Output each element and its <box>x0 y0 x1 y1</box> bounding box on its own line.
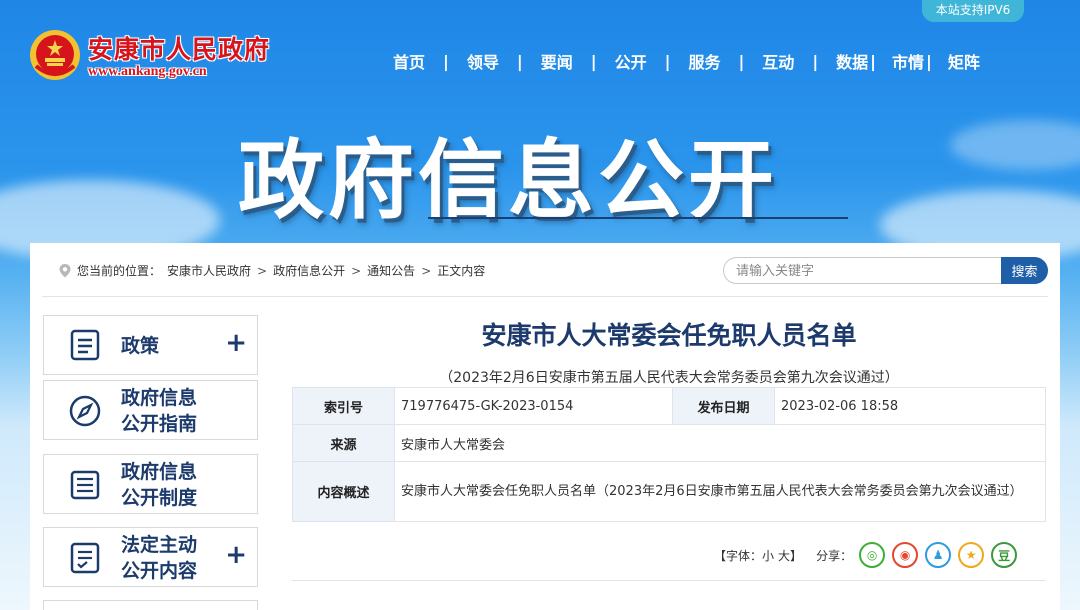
expand-plus-icon[interactable]: + <box>225 540 247 570</box>
qzone-icon[interactable]: ★ <box>958 542 985 568</box>
sidebar-item-label-line2: 公开指南 <box>121 413 198 435</box>
douban-icon[interactable]: 豆 <box>991 542 1018 568</box>
breadcrumb-current: 正文内容 <box>437 264 486 278</box>
nav-city-info[interactable]: 市情 <box>892 49 924 73</box>
nav-separator: | <box>738 51 745 71</box>
divider <box>42 296 1048 297</box>
nav-data[interactable]: 数据 <box>836 49 868 73</box>
source-label: 来源 <box>292 424 395 462</box>
summary-label: 内容概述 <box>292 461 395 522</box>
font-large-link[interactable]: 大 <box>778 547 790 564</box>
qq-icon[interactable]: ♟ <box>925 542 952 568</box>
table-row: 内容概述 安康市人大常委会任免职人员名单（2023年2月6日安康市第五届人民代表… <box>292 461 1046 522</box>
document-meta-table: 索引号 719776475-GK-2023-0154 发布日期 2023-02-… <box>292 387 1046 522</box>
nav-separator: | <box>443 51 449 71</box>
nav-home[interactable]: 首页 <box>393 49 425 73</box>
ipv6-badge[interactable]: 本站支持IPV6 <box>922 0 1024 22</box>
date-label: 发布日期 <box>672 387 775 425</box>
nav-separator: | <box>590 51 597 71</box>
index-value: 719776475-GK-2023-0154 <box>394 387 673 425</box>
list-icon <box>70 470 100 500</box>
breadcrumb-link-home[interactable]: 安康市人民政府 <box>167 262 251 279</box>
nav-separator: | <box>664 51 671 71</box>
breadcrumb-prefix: 您当前的位置： <box>77 264 162 278</box>
content-panel: 您当前的位置： 安康市人民政府 > 政府信息公开 > 通知公告 > 正文内容 搜… <box>30 243 1060 610</box>
nav-services[interactable]: 服务 <box>688 49 720 73</box>
sidebar-item-label: 政策 <box>121 335 160 357</box>
breadcrumb-link-notices[interactable]: 通知公告 <box>367 262 415 279</box>
font-size-label: 【字体： <box>714 548 763 563</box>
document-title: 安康市人大常委会任免职人员名单 <box>481 321 857 350</box>
sidebar-item-label-line2: 公开内容 <box>121 560 198 582</box>
source-value: 安康市人大常委会 <box>394 424 1046 462</box>
divider <box>292 580 1046 581</box>
banner-underline <box>428 217 848 219</box>
nav-separator: | <box>516 51 523 71</box>
sidebar-item-label-line1: 政府信息 <box>121 387 198 409</box>
breadcrumb-link-public[interactable]: 政府信息公开 <box>273 262 345 279</box>
nav-separator: | <box>812 51 819 71</box>
font-small-link[interactable]: 小 <box>762 547 774 564</box>
sidebar-item-label-line1: 法定主动 <box>121 534 198 556</box>
breadcrumb-separator: > <box>257 263 268 278</box>
location-pin-icon <box>59 263 71 277</box>
weibo-icon[interactable]: ◉ <box>892 542 919 568</box>
table-row: 索引号 719776475-GK-2023-0154 发布日期 2023-02-… <box>292 387 1046 425</box>
site-name: 安康市人民政府 <box>88 35 271 64</box>
index-label: 索引号 <box>292 387 395 425</box>
nav-separator: | <box>926 51 932 71</box>
nav-interaction[interactable]: 互动 <box>762 49 794 73</box>
article-tools: 【字体： 小 大 】 分享： ◎ ◉ ♟ ★ 豆 <box>714 542 1018 568</box>
sidebar-item-label-line1: 政府信息 <box>121 461 198 483</box>
nav-separator: | <box>870 51 877 71</box>
search-button[interactable]: 搜索 <box>1001 257 1048 284</box>
compass-icon <box>69 395 101 427</box>
table-row: 来源 安康市人大常委会 <box>292 424 1046 462</box>
national-emblem-icon <box>30 30 80 80</box>
site-url: www.ankang.gov.cn <box>88 64 207 79</box>
main-nav: 首页 | 领导 | 要闻 | 公开 | 服务 | 互动 | 数据 | 市情 | … <box>393 49 980 73</box>
breadcrumb: 您当前的位置： 安康市人民政府 > 政府信息公开 > 通知公告 > 正文内容 <box>58 262 485 279</box>
breadcrumb-separator: > <box>351 263 362 278</box>
sidebar-item-mandatory-disclosure[interactable]: 法定主动 公开内容 + <box>43 527 258 587</box>
nav-public[interactable]: 公开 <box>615 49 647 73</box>
wechat-icon[interactable]: ◎ <box>859 542 886 568</box>
search-bar: 搜索 <box>723 257 1048 284</box>
nav-news[interactable]: 要闻 <box>541 49 573 73</box>
search-input[interactable] <box>723 257 1001 284</box>
date-value: 2023-02-06 18:58 <box>774 387 1046 425</box>
expand-plus-icon[interactable]: + <box>225 328 247 358</box>
checklist-icon <box>70 542 100 574</box>
sidebar-item-guide[interactable]: 政府信息 公开指南 <box>43 380 258 440</box>
font-close-bracket: 】 <box>790 548 803 563</box>
nav-matrix[interactable]: 矩阵 <box>948 49 980 73</box>
sidebar-item-system[interactable]: 政府信息 公开制度 <box>43 454 258 514</box>
summary-value: 安康市人大常委会任免职人员名单（2023年2月6日安康市第五届人民代表大会常务委… <box>394 461 1046 522</box>
cloud-decoration <box>950 120 1080 170</box>
share-label: 分享： <box>816 548 853 563</box>
sidebar-item-label-line2: 公开制度 <box>121 487 198 509</box>
document-subtitle: （2023年2月6日安康市第五届人民代表大会常务委员会第九次会议通过） <box>439 370 899 386</box>
breadcrumb-separator: > <box>421 263 432 278</box>
sidebar-item-policy[interactable]: 政策 + <box>43 315 258 375</box>
nav-leaders[interactable]: 领导 <box>467 49 499 73</box>
site-logo[interactable]: 安康市人民政府 www.ankang.gov.cn <box>28 28 270 82</box>
sidebar-item-partial[interactable] <box>43 600 258 610</box>
document-icon <box>70 329 100 361</box>
